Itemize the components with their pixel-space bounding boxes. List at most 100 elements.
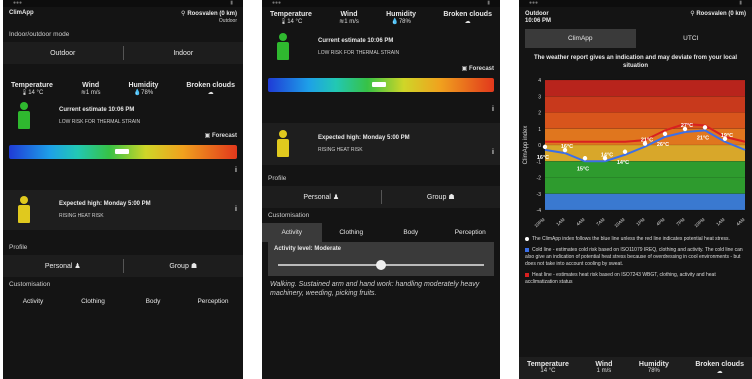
risk-band [545, 80, 745, 97]
weather-summary: Temperature 14 °C Wind 1 m/s Humidity 78% B… [519, 357, 752, 379]
slider-knob[interactable] [376, 260, 386, 270]
tab-activity[interactable]: Activity [262, 223, 322, 242]
weather-clouds: Broken clouds ☁ [695, 361, 744, 375]
screen-main: ●●● ▮ ClimApp ⚲ Roosvalen (0 km) Outdoor … [3, 0, 243, 379]
profile-group-button[interactable]: Group ☗ [124, 262, 244, 270]
group-icon: ☗ [448, 194, 455, 201]
risk-indicator [372, 82, 386, 87]
temperature-data-label: 14°C [617, 160, 629, 166]
info-icon[interactable]: i [3, 167, 243, 174]
y-tick-label: 2 [538, 111, 541, 117]
weather-cloud-icon [562, 147, 568, 153]
info-icon[interactable]: i [235, 206, 243, 213]
weather-cloud-icon [622, 149, 628, 154]
risk-indicator [115, 149, 129, 154]
tab-activity[interactable]: Activity [3, 292, 63, 311]
expected-subtitle: RISING HEAT RISK [59, 213, 104, 219]
chart-icon: ▣ [461, 66, 468, 72]
white-dot-icon [525, 236, 529, 241]
mode-indoor-button[interactable]: Indoor [124, 50, 244, 57]
activity-panel: Activity level: Moderate [268, 242, 494, 276]
temperature-data-label: 16°C [561, 144, 573, 150]
screen-scrolled: ●●● ▮ Temperature 🌡14 °C Wind ≋1 m/s Humidi… [262, 0, 500, 379]
temperature-data-label: 27°C [681, 123, 693, 129]
y-tick-label: -2 [537, 176, 542, 182]
weather-cloud-icon [542, 144, 548, 150]
chart-icon: ▣ [204, 133, 211, 139]
location-label: Roosvalen (0 km) [696, 11, 746, 17]
y-tick-label: -3 [537, 192, 542, 198]
forecast-link[interactable]: ▣ Forecast [262, 65, 500, 72]
temperature-data-label: 21°C [641, 138, 653, 144]
x-tick-label: 10PM [693, 217, 705, 229]
mode-label: Indoor/outdoor mode [9, 31, 70, 38]
x-tick-label: 10PM [533, 217, 545, 229]
activity-slider[interactable] [278, 260, 484, 270]
info-icon[interactable]: i [492, 149, 500, 156]
weather-clouds: Broken clouds ☁ [186, 82, 235, 96]
status-bar: ●●● ▮ [519, 0, 752, 7]
location-pin-icon: ⚲ [180, 11, 186, 17]
estimate-subtitle: LOW RISK FOR THERMAL STRAIN [318, 50, 400, 56]
estimate-title: Current estimate 10:06 PM [59, 107, 135, 113]
cloud-icon: ☁ [464, 19, 471, 25]
location-label: Roosvalen (0 km) [187, 11, 237, 17]
profile-personal-button[interactable]: Personal ♟ [262, 193, 381, 201]
weather-temperature: Temperature 🌡14 °C [270, 11, 312, 25]
x-tick-label: 1AM [555, 217, 565, 227]
tab-body[interactable]: Body [123, 292, 183, 311]
blue-square-icon [525, 247, 529, 252]
x-tick-label: 10AM [613, 217, 625, 229]
person-yellow-icon [17, 196, 31, 224]
mode-outdoor-button[interactable]: Outdoor [3, 50, 123, 57]
cloud-icon: ☁ [207, 90, 214, 96]
y-axis-label: ClimApp index [523, 126, 529, 165]
profile-personal-button[interactable]: Personal ♟ [3, 262, 123, 270]
tab-perception[interactable]: Perception [183, 292, 243, 311]
x-tick-label: 7PM [675, 217, 685, 227]
weather-humidity: Humidity 💧78% [386, 11, 417, 25]
temperature-data-label: 15°C [577, 166, 589, 172]
forecast-link[interactable]: ▣ Forecast [3, 132, 243, 139]
expected-high-card: Expected high: Monday 5:00 PM RISING HEA… [262, 123, 500, 165]
legend-main: The ClimApp index follows the blue line … [519, 234, 752, 245]
tab-clothing[interactable]: Clothing [63, 292, 123, 311]
weather-cloud-icon [662, 131, 668, 137]
red-square-icon [525, 272, 529, 277]
activity-level-label: Activity level: Moderate [274, 246, 342, 252]
tab-climapp[interactable]: ClimApp [525, 29, 636, 48]
tab-perception[interactable]: Perception [441, 223, 501, 242]
temperature-data-label: 14°C [601, 152, 613, 158]
weather-wind: Wind 1 m/s [595, 361, 613, 374]
person-icon: ♟ [74, 263, 81, 270]
tab-body[interactable]: Body [381, 223, 441, 242]
weather-cloud-icon [682, 126, 688, 132]
tab-clothing[interactable]: Clothing [322, 223, 382, 242]
risk-band [545, 96, 745, 113]
status-bar: ●●● ▮ [3, 0, 243, 7]
info-icon[interactable]: i [262, 106, 500, 113]
profile-group-button[interactable]: Group ☗ [382, 193, 501, 201]
temperature-data-label: 21°C [697, 135, 709, 141]
y-tick-label: -4 [537, 208, 542, 214]
x-tick-label: 4AM [735, 217, 745, 227]
person-green-icon [276, 33, 290, 61]
expected-high-card: Expected high: Monday 5:00 PM RISING HEA… [3, 190, 243, 230]
expected-title: Expected high: Monday 5:00 PM [318, 135, 410, 141]
y-tick-label: 0 [538, 143, 541, 149]
temperature-data-label: 19°C [721, 133, 733, 139]
risk-band [545, 193, 745, 210]
x-tick-label: 7AM [595, 217, 605, 227]
weather-cloud-icon [722, 136, 728, 141]
temperature-data-label: 16°C [537, 155, 549, 161]
forecast-tabs: ClimApp UTCI [525, 29, 746, 48]
group-icon: ☗ [190, 263, 198, 270]
weather-cloud-icon [642, 141, 648, 146]
custom-label: Customisation [9, 281, 51, 288]
person-yellow-icon [276, 130, 290, 158]
person-green-icon [17, 102, 31, 130]
estimate-title: Current estimate 10:06 PM [318, 38, 394, 44]
tab-utci[interactable]: UTCI [636, 29, 747, 48]
weather-wind: Wind ≋1 m/s [339, 11, 359, 25]
weather-cloud-icon [602, 156, 608, 161]
